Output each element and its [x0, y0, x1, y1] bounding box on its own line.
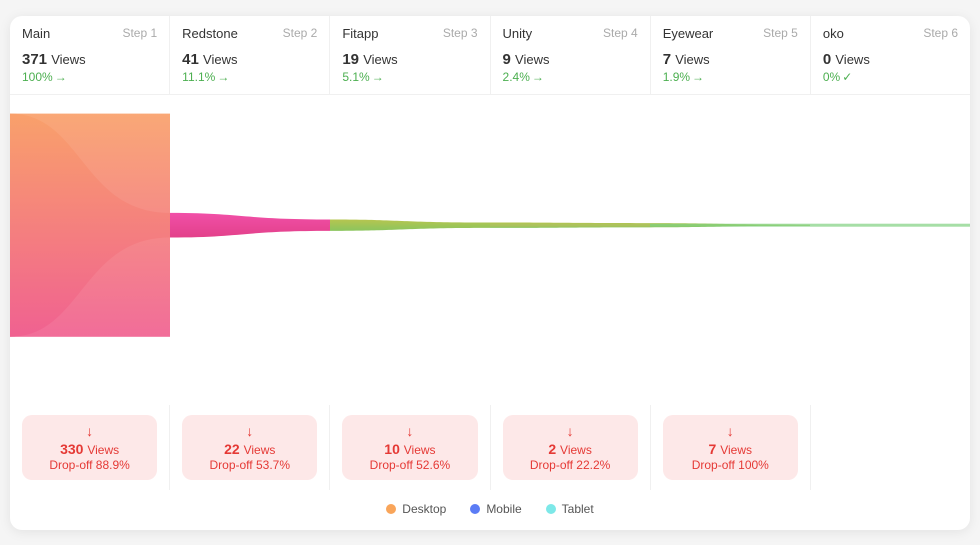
legend-dot-2 — [546, 504, 556, 514]
legend-dot-0 — [386, 504, 396, 514]
step-name-0: Main — [22, 26, 50, 41]
views-pct-0: 100%→ — [22, 70, 157, 84]
dropoff-icon-2: ↓ — [352, 423, 467, 439]
views-pct-4: 1.9%→ — [663, 70, 798, 84]
dropoff-box-4: ↓ 7 Views Drop-off 100% — [663, 415, 798, 480]
funnel-line-3 — [490, 223, 650, 226]
funnel-wrapper: Main Step 1 371 Views 100%→ Redstone Ste… — [10, 16, 970, 530]
funnel-segment-2 — [330, 219, 490, 230]
views-count-2: 19 Views — [342, 51, 477, 68]
dropoff-label-0: Drop-off 88.9% — [32, 458, 147, 472]
legend: Desktop Mobile Tablet — [10, 490, 970, 530]
steps-row: Main Step 1 371 Views 100%→ Redstone Ste… — [10, 16, 970, 95]
step-col-3: Unity Step 4 9 Views 2.4%→ — [491, 16, 651, 94]
step-name-4: Eyewear — [663, 26, 714, 41]
step-col-5: oko Step 6 0 Views 0%✓ — [811, 16, 970, 94]
step-number-5: Step 6 — [923, 26, 958, 40]
funnel-container: Main Step 1 371 Views 100%→ Redstone Ste… — [10, 16, 970, 530]
views-count-4: 7 Views — [663, 51, 798, 68]
step-stats-3: 9 Views 2.4%→ — [491, 47, 650, 94]
step-col-2: Fitapp Step 3 19 Views 5.1%→ — [330, 16, 490, 94]
legend-item-2: Tablet — [546, 502, 594, 516]
legend-label-2: Tablet — [562, 502, 594, 516]
step-stats-1: 41 Views 11.1%→ — [170, 47, 329, 94]
dropoff-label-1: Drop-off 53.7% — [192, 458, 307, 472]
dropoff-box-3: ↓ 2 Views Drop-off 22.2% — [503, 415, 638, 480]
dropoff-col-1: ↓ 22 Views Drop-off 53.7% — [170, 405, 330, 490]
views-pct-1: 11.1%→ — [182, 70, 317, 84]
step-name-5: oko — [823, 26, 844, 41]
funnel-segment-1 — [170, 212, 330, 237]
dropoff-col-2: ↓ 10 Views Drop-off 52.6% — [330, 405, 490, 490]
dropoff-icon-3: ↓ — [513, 423, 628, 439]
views-count-1: 41 Views — [182, 51, 317, 68]
step-number-3: Step 4 — [603, 26, 638, 40]
funnel-svg — [10, 95, 970, 405]
step-header-0: Main Step 1 — [10, 16, 169, 47]
step-header-4: Eyewear Step 5 — [651, 16, 810, 47]
views-count-0: 371 Views — [22, 51, 157, 68]
legend-dot-1 — [470, 504, 480, 514]
step-header-1: Redstone Step 2 — [170, 16, 329, 47]
step-stats-2: 19 Views 5.1%→ — [330, 47, 489, 94]
step-name-2: Fitapp — [342, 26, 378, 41]
dropoff-views-0: 330 Views — [32, 441, 147, 457]
dropoff-icon-0: ↓ — [32, 423, 147, 439]
step-stats-5: 0 Views 0%✓ — [811, 47, 970, 94]
dropoff-col-4: ↓ 7 Views Drop-off 100% — [651, 405, 811, 490]
step-col-0: Main Step 1 371 Views 100%→ — [10, 16, 170, 94]
views-pct-2: 5.1%→ — [342, 70, 477, 84]
dropoff-box-2: ↓ 10 Views Drop-off 52.6% — [342, 415, 477, 480]
legend-label-0: Desktop — [402, 502, 446, 516]
views-pct-3: 2.4%→ — [503, 70, 638, 84]
legend-item-1: Mobile — [470, 502, 521, 516]
dropoff-label-4: Drop-off 100% — [673, 458, 788, 472]
dropoff-box-1: ↓ 22 Views Drop-off 53.7% — [182, 415, 317, 480]
dropoff-col-0: ↓ 330 Views Drop-off 88.9% — [10, 405, 170, 490]
step-name-1: Redstone — [182, 26, 238, 41]
views-pct-5: 0%✓ — [823, 70, 958, 84]
legend-item-0: Desktop — [386, 502, 446, 516]
dropoff-views-4: 7 Views — [673, 441, 788, 457]
step-stats-0: 371 Views 100%→ — [10, 47, 169, 94]
dropoff-label-2: Drop-off 52.6% — [352, 458, 467, 472]
dropoff-views-1: 22 Views — [192, 441, 307, 457]
step-header-3: Unity Step 4 — [491, 16, 650, 47]
dropoff-views-2: 10 Views — [352, 441, 467, 457]
dropoff-icon-1: ↓ — [192, 423, 307, 439]
step-col-4: Eyewear Step 5 7 Views 1.9%→ — [651, 16, 811, 94]
dropoff-label-3: Drop-off 22.2% — [513, 458, 628, 472]
dropoff-col-3: ↓ 2 Views Drop-off 22.2% — [491, 405, 651, 490]
step-name-3: Unity — [503, 26, 533, 41]
funnel-line-5 — [810, 223, 970, 226]
funnel-line-4 — [650, 223, 810, 226]
step-number-2: Step 3 — [443, 26, 478, 40]
funnel-visual — [10, 95, 970, 405]
dropoff-box-0: ↓ 330 Views Drop-off 88.9% — [22, 415, 157, 480]
step-header-5: oko Step 6 — [811, 16, 970, 47]
step-number-1: Step 2 — [283, 26, 318, 40]
views-count-5: 0 Views — [823, 51, 958, 68]
step-stats-4: 7 Views 1.9%→ — [651, 47, 810, 94]
dropoff-col-5 — [811, 405, 970, 490]
dropoff-row: ↓ 330 Views Drop-off 88.9% ↓ 22 Views Dr… — [10, 405, 970, 490]
step-number-4: Step 5 — [763, 26, 798, 40]
step-col-1: Redstone Step 2 41 Views 11.1%→ — [170, 16, 330, 94]
step-header-2: Fitapp Step 3 — [330, 16, 489, 47]
dropoff-views-3: 2 Views — [513, 441, 628, 457]
dropoff-icon-4: ↓ — [673, 423, 788, 439]
views-count-3: 9 Views — [503, 51, 638, 68]
legend-label-1: Mobile — [486, 502, 521, 516]
step-number-0: Step 1 — [122, 26, 157, 40]
